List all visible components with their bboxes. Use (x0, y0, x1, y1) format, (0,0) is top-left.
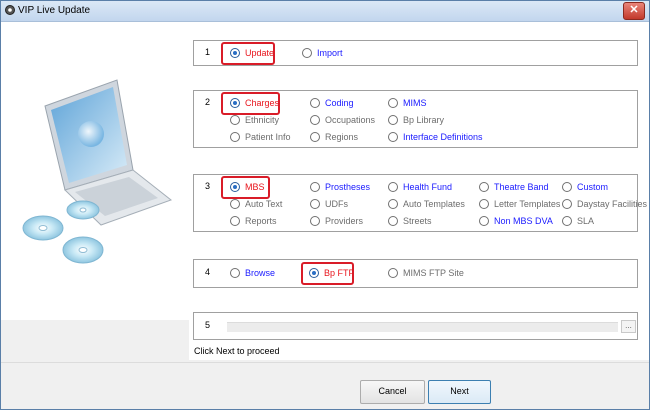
radio-regions: Regions (310, 130, 358, 144)
radio-browse[interactable]: Browse (230, 266, 275, 280)
radio-coding[interactable]: Coding (310, 96, 354, 110)
step-2-group: 2 Charges Coding MIMS Ethnicity Occupati… (193, 90, 638, 148)
radio-letter-templates: Letter Templates (479, 197, 560, 211)
laptop-illustration-panel (1, 22, 189, 320)
radio-import[interactable]: Import (302, 46, 343, 60)
laptop-cd-illustration (22, 79, 173, 264)
step-1-number: 1 (205, 47, 211, 57)
radio-health-fund[interactable]: Health Fund (388, 180, 452, 194)
step-2-number: 2 (205, 97, 211, 107)
radio-theatre-band[interactable]: Theatre Band (479, 180, 549, 194)
radio-streets: Streets (388, 214, 432, 228)
step-3-number: 3 (205, 181, 211, 191)
title-bar: VIP Live Update ✕ (1, 1, 649, 22)
radio-mims-ftp-site: MIMS FTP Site (388, 266, 464, 280)
window-title: VIP Live Update (18, 5, 91, 16)
step-5-group: 5 ... (193, 312, 638, 340)
radio-providers: Providers (310, 214, 363, 228)
step-3-group: 3 MBS Prostheses Health Fund Theatre Ban… (193, 174, 647, 232)
step-5-number: 5 (205, 320, 211, 330)
step-4-group: 4 Browse Bp FTP MIMS FTP Site (193, 259, 638, 288)
charges-highlight (221, 92, 280, 115)
radio-interface-definitions[interactable]: Interface Definitions (388, 130, 483, 144)
radio-daystay-facilities: Daystay Facilities (562, 197, 647, 211)
app-gear-icon (5, 5, 15, 15)
ellipsis-browse-button[interactable]: ... (621, 320, 636, 333)
cancel-button[interactable]: Cancel (360, 380, 425, 404)
radio-prostheses[interactable]: Prostheses (310, 180, 370, 194)
radio-bp-library: Bp Library (388, 113, 444, 127)
radio-mims[interactable]: MIMS (388, 96, 427, 110)
radio-udfs: UDFs (310, 197, 348, 211)
bp-ftp-highlight (301, 262, 354, 285)
download-path-field (227, 322, 618, 332)
radio-sla: SLA (562, 214, 594, 228)
update-highlight (221, 42, 275, 65)
button-bar: Cancel Next (1, 362, 649, 409)
next-button[interactable]: Next (428, 380, 491, 404)
radio-reports: Reports (230, 214, 277, 228)
radio-auto-templates: Auto Templates (388, 197, 465, 211)
radio-non-mbs-dva[interactable]: Non MBS DVA (479, 214, 553, 228)
step-1-group: 1 Update Import (193, 40, 638, 66)
mbs-highlight (221, 176, 270, 199)
radio-ethnicity: Ethnicity (230, 113, 279, 127)
step-4-number: 4 (205, 267, 211, 277)
radio-occupations: Occupations (310, 113, 375, 127)
radio-custom[interactable]: Custom (562, 180, 608, 194)
instruction-text: Click Next to proceed (194, 346, 280, 356)
wizard-content: 1 Update Import 2 Charges Coding MIMS Et… (189, 22, 649, 360)
radio-auto-text: Auto Text (230, 197, 282, 211)
close-button[interactable]: ✕ (623, 2, 645, 20)
vip-live-update-window: VIP Live Update ✕ 1 Update Import 2 Char… (0, 0, 650, 410)
radio-patient-info: Patient Info (230, 130, 291, 144)
